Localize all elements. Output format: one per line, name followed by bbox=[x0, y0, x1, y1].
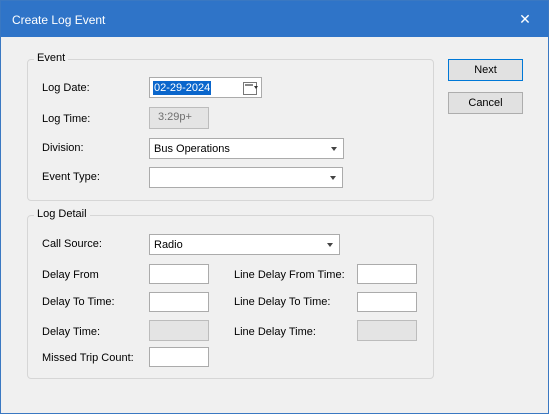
call-source-value: Radio bbox=[154, 238, 183, 251]
close-button[interactable]: ✕ bbox=[502, 1, 548, 37]
call-source-select[interactable]: Radio bbox=[149, 234, 340, 255]
chevron-down-icon bbox=[330, 175, 336, 180]
event-group-title: Event bbox=[34, 52, 69, 64]
log-date-label: Log Date: bbox=[42, 82, 90, 94]
event-type-select[interactable] bbox=[149, 167, 343, 188]
line-delay-time-label: Line Delay Time: bbox=[234, 326, 316, 338]
event-type-label: Event Type: bbox=[42, 171, 100, 183]
delay-time-label: Delay Time: bbox=[42, 326, 101, 338]
dialog-window: Create Log Event ✕ Event Log Date: 02-29… bbox=[0, 0, 549, 414]
line-delay-from-input[interactable] bbox=[357, 264, 417, 284]
missed-trip-count-label: Missed Trip Count: bbox=[42, 352, 134, 364]
next-button[interactable]: Next bbox=[448, 59, 523, 81]
division-value: Bus Operations bbox=[154, 142, 230, 155]
delay-to-time-label: Delay To Time: bbox=[42, 296, 115, 308]
line-delay-to-input[interactable] bbox=[357, 292, 417, 312]
cancel-button-label: Cancel bbox=[468, 97, 503, 109]
log-time-field: 3:29p+ bbox=[149, 107, 209, 129]
dialog-title: Create Log Event bbox=[12, 13, 106, 27]
log-time-value: 3:29p+ bbox=[158, 111, 192, 123]
line-delay-to-label: Line Delay To Time: bbox=[234, 296, 331, 308]
delay-to-time-input[interactable] bbox=[149, 292, 209, 312]
delay-from-label: Delay From bbox=[42, 269, 99, 281]
missed-trip-count-input[interactable] bbox=[149, 347, 209, 367]
log-detail-group-title: Log Detail bbox=[34, 208, 90, 220]
delay-time-field bbox=[149, 320, 209, 341]
line-delay-from-label: Line Delay From Time: bbox=[234, 269, 345, 281]
close-icon: ✕ bbox=[519, 10, 531, 27]
log-date-value: 02-29-2024 bbox=[153, 81, 212, 95]
division-label: Division: bbox=[42, 142, 84, 154]
chevron-down-icon bbox=[331, 146, 337, 151]
line-delay-time-field bbox=[357, 320, 417, 341]
next-button-label: Next bbox=[474, 64, 497, 76]
cancel-button[interactable]: Cancel bbox=[448, 92, 523, 114]
log-date-picker[interactable]: 02-29-2024 bbox=[149, 77, 262, 98]
log-time-label: Log Time: bbox=[42, 113, 91, 125]
delay-from-input[interactable] bbox=[149, 264, 209, 284]
chevron-down-icon bbox=[254, 86, 258, 89]
division-select[interactable]: Bus Operations bbox=[149, 138, 344, 159]
title-bar: Create Log Event ✕ bbox=[1, 1, 548, 37]
chevron-down-icon bbox=[327, 242, 333, 247]
call-source-label: Call Source: bbox=[42, 238, 102, 250]
